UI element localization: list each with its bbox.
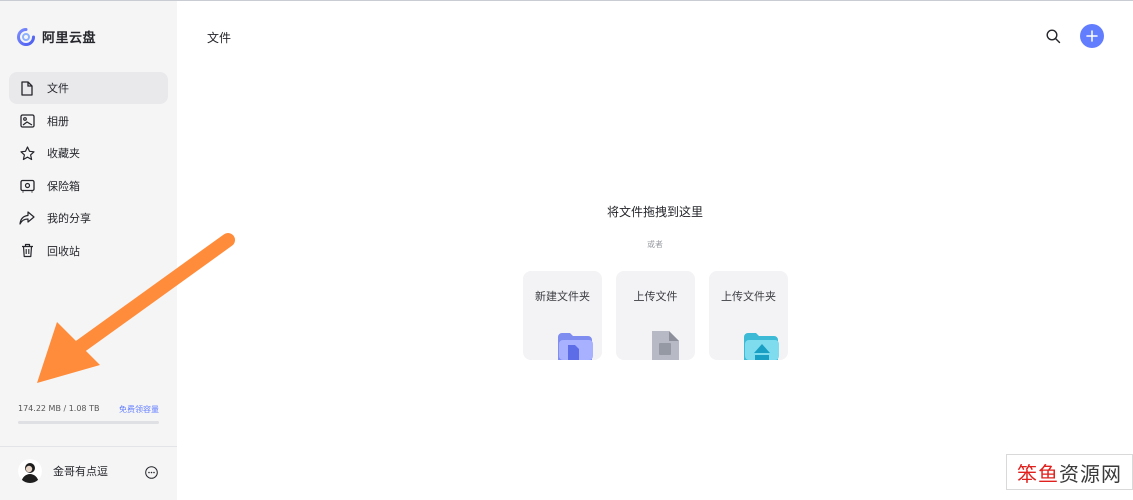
upload-folder-icon [744,333,779,360]
add-button[interactable] [1080,24,1104,48]
card-label: 上传文件夹 [721,290,776,303]
upload-file-button[interactable]: 上传文件 [616,271,695,360]
watermark-part-1: 笨鱼 [1017,461,1059,486]
upload-folder-button[interactable]: 上传文件夹 [709,271,788,360]
plus-icon [1086,30,1098,42]
user-profile[interactable]: 金哥有点逗 [18,459,108,483]
new-folder-button[interactable]: 新建文件夹 [523,271,602,360]
card-label: 新建文件夹 [535,290,590,303]
annotation-arrow-icon [37,233,235,383]
watermark-logo: 笨鱼 资源网 [1006,454,1133,490]
storage-progress-bar [18,421,159,424]
user-name: 金哥有点逗 [53,465,108,478]
upload-file-icon [652,331,679,360]
search-icon[interactable] [1045,28,1061,44]
watermark-part-2: 资源网 [1059,461,1122,486]
new-folder-icon [558,333,593,360]
avatar [18,459,42,483]
more-icon[interactable] [145,466,158,479]
free-capacity-link[interactable]: 免费领容量 [119,404,159,415]
storage-usage: 174.22 MB / 1.08 TB [18,404,100,413]
card-label: 上传文件 [633,290,678,303]
sidebar-divider [0,446,177,447]
